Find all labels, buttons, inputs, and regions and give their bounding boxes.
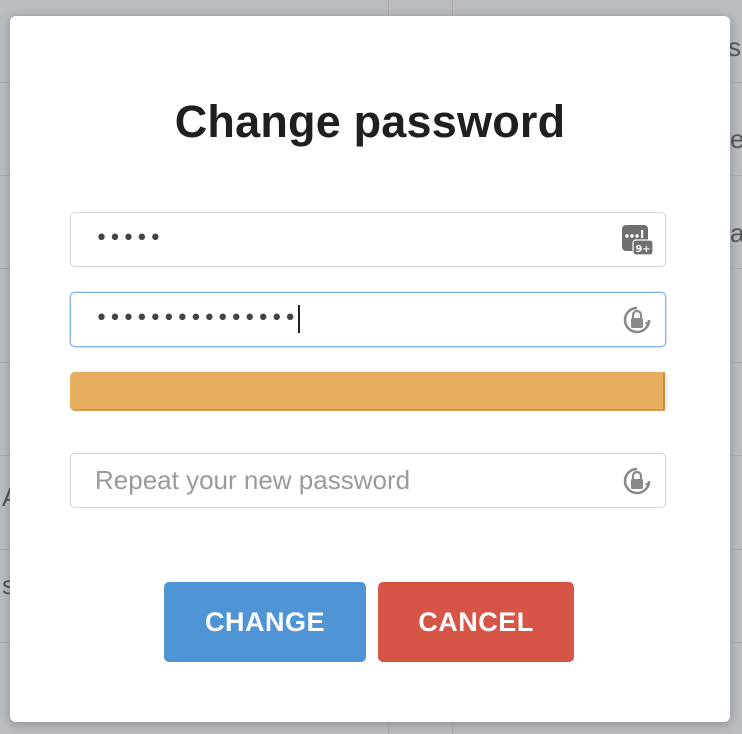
password-strength-meter bbox=[70, 372, 668, 411]
repeat-password-input[interactable] bbox=[71, 454, 611, 506]
change-button[interactable]: CHANGE bbox=[164, 582, 366, 662]
cancel-button[interactable]: CANCEL bbox=[378, 582, 574, 662]
new-password-field[interactable]: ••••••••••••••• bbox=[70, 292, 666, 347]
current-password-value[interactable]: ••••• bbox=[95, 225, 162, 253]
lock-reload-icon[interactable] bbox=[621, 465, 653, 497]
lock-reload-icon[interactable] bbox=[621, 304, 653, 336]
password-strength-fill bbox=[70, 372, 665, 411]
bg-text-fragment: e bbox=[730, 124, 742, 154]
new-password-dots: ••••••••••••••• bbox=[95, 306, 298, 331]
dialog-title: Change password bbox=[174, 96, 566, 147]
badge-text: 9+ bbox=[635, 244, 650, 255]
new-password-value[interactable]: ••••••••••••••• bbox=[95, 305, 301, 333]
bg-text-fragment: a bbox=[730, 218, 742, 248]
current-password-field[interactable]: ••••• 9+ bbox=[70, 212, 666, 267]
text-caret bbox=[298, 305, 301, 333]
change-password-dialog: Change password ••••• 9+ ••••••••••••••• bbox=[10, 16, 730, 722]
repeat-password-field[interactable] bbox=[70, 453, 666, 508]
keypad-badge-icon[interactable]: 9+ bbox=[621, 224, 654, 256]
